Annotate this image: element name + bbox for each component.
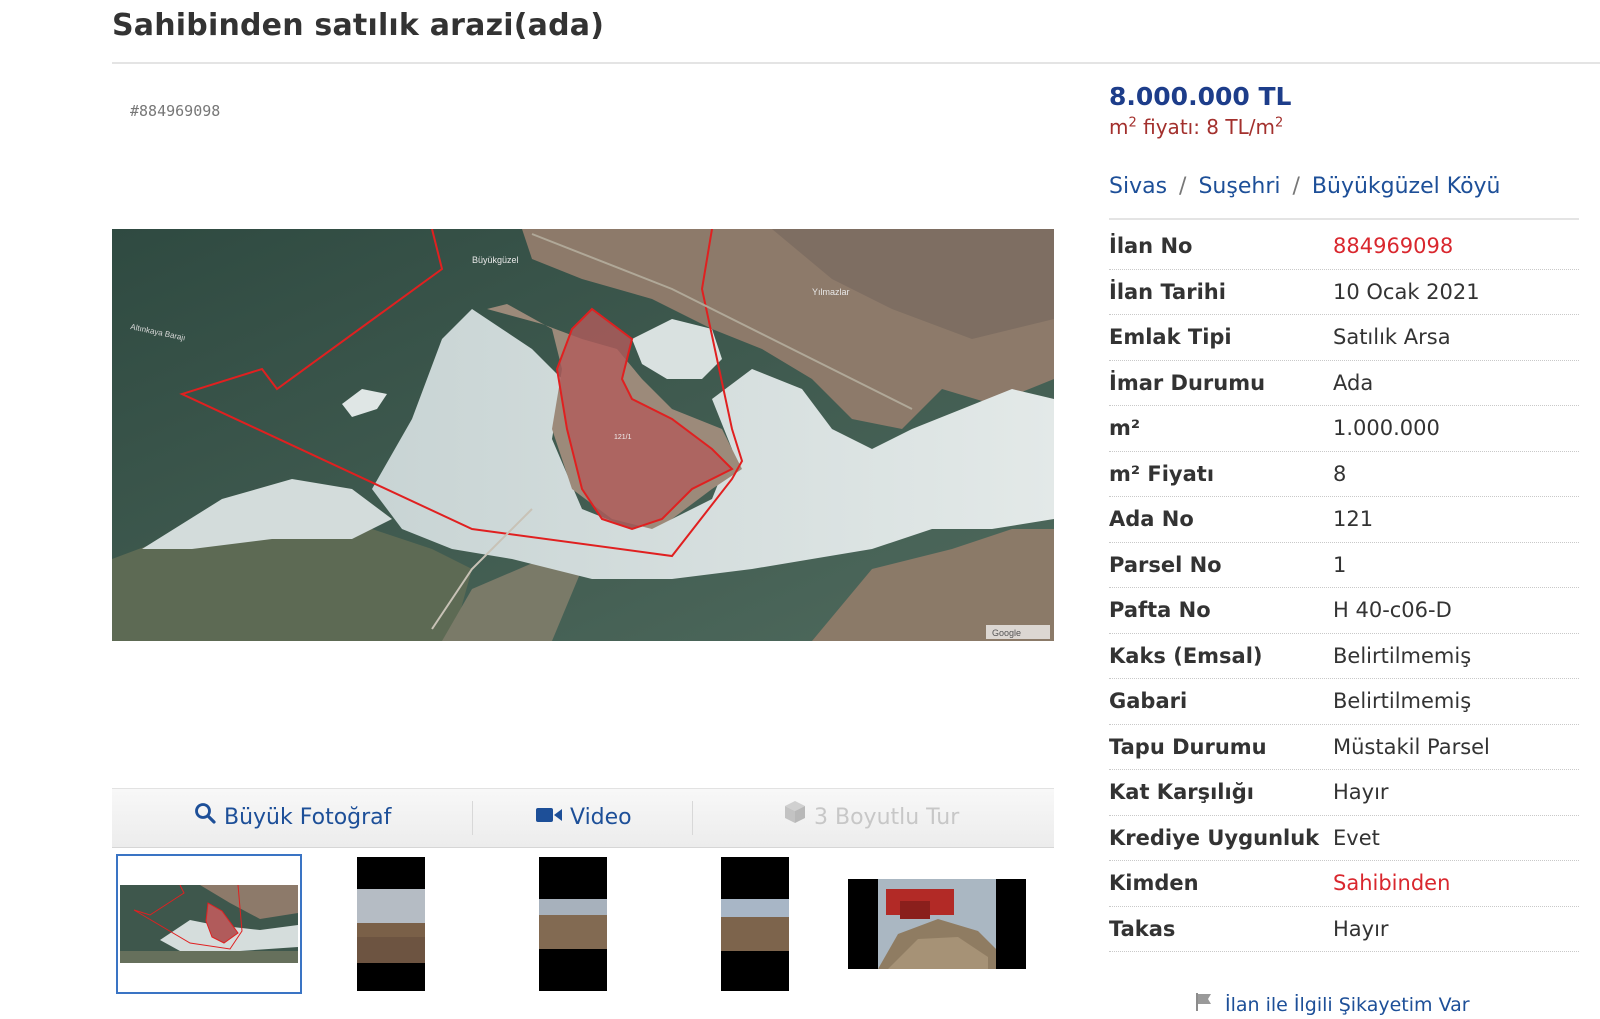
detail-row: m² Fiyatı 8: [1109, 452, 1579, 497]
tour-label: 3 Boyutlu Tur: [814, 805, 960, 830]
detail-row: Tapu Durumu Müstakil Parsel: [1109, 725, 1579, 770]
detail-value: Hayır: [1333, 780, 1389, 805]
detail-row: Kaks (Emsal) Belirtilmemiş: [1109, 634, 1579, 679]
detail-label: Emlak Tipi: [1109, 325, 1232, 350]
cube-icon: [784, 789, 806, 847]
detail-row: Parsel No 1: [1109, 543, 1579, 588]
detail-row: Kat Karşılığı Hayır: [1109, 770, 1579, 816]
detail-value: Ada: [1333, 370, 1374, 395]
detail-value: Belirtilmemiş: [1333, 643, 1472, 668]
detail-value: 8: [1333, 461, 1347, 486]
detail-value: Belirtilmemiş: [1333, 689, 1472, 714]
detail-row: İmar Durumu Ada: [1109, 361, 1579, 406]
detail-label: Kaks (Emsal): [1109, 643, 1263, 668]
detail-value: 1: [1333, 552, 1347, 577]
flag-icon: [1195, 992, 1213, 1017]
detail-value: 884969098: [1333, 234, 1454, 259]
detail-label: Takas: [1109, 916, 1176, 941]
detail-row: Emlak Tipi Satılık Arsa: [1109, 315, 1579, 361]
detail-row: Gabari Belirtilmemiş: [1109, 679, 1579, 725]
tab-divider: [472, 801, 473, 835]
complaint-link[interactable]: İlan ile İlgili Şikayetim Var: [1195, 992, 1470, 1017]
detail-label: m² Fiyatı: [1109, 461, 1215, 486]
3d-tour-tab[interactable]: 3 Boyutlu Tur: [784, 789, 959, 847]
detail-value: Müstakil Parsel: [1333, 734, 1490, 759]
detail-label: Krediye Uygunluk: [1109, 825, 1320, 850]
thumbnail-2[interactable]: [298, 854, 484, 994]
map-attribution: Google: [992, 628, 1021, 638]
m2-price: m2 fiyatı: 8 TL/m2: [1109, 115, 1284, 139]
big-photo-tab[interactable]: Büyük Fotoğraf: [194, 789, 391, 847]
breadcrumb-district[interactable]: Suşehri: [1198, 174, 1280, 199]
detail-value: Satılık Arsa: [1333, 325, 1451, 350]
thumbnail-4[interactable]: [662, 854, 848, 994]
detail-label: Kat Karşılığı: [1109, 780, 1254, 805]
detail-value: H 40-c06-D: [1333, 598, 1452, 623]
info-divider: [1109, 218, 1579, 220]
video-camera-icon: [536, 789, 562, 847]
detail-row: İlan Tarihi 10 Ocak 2021: [1109, 270, 1579, 315]
detail-label: Tapu Durumu: [1109, 734, 1267, 759]
main-photo[interactable]: Büyükgüzel Yılmazlar Altınkaya Barajı 12…: [112, 229, 1054, 641]
detail-value: Hayır: [1333, 916, 1389, 941]
title-divider: [112, 62, 1600, 64]
detail-row: Takas Hayır: [1109, 907, 1579, 952]
price: 8.000.000 TL: [1109, 82, 1292, 111]
detail-label: Gabari: [1109, 689, 1188, 714]
tab-divider: [692, 801, 693, 835]
listing-details: İlan No 884969098 İlan Tarihi 10 Ocak 2021…: [1109, 224, 1579, 952]
detail-row: Ada No 121: [1109, 497, 1579, 543]
detail-row: İlan No 884969098: [1109, 224, 1579, 270]
detail-value: 1.000.000: [1333, 416, 1440, 441]
detail-label: Pafta No: [1109, 598, 1211, 623]
video-label: Video: [570, 805, 632, 830]
breadcrumb-city[interactable]: Sivas: [1109, 174, 1167, 199]
detail-row: m² 1.000.000: [1109, 406, 1579, 452]
map-label-parcel: 121/1: [614, 434, 632, 441]
thumbnail-1[interactable]: [116, 854, 302, 994]
breadcrumb-neighborhood[interactable]: Büyükgüzel Köyü: [1312, 174, 1501, 199]
detail-value: Evet: [1333, 825, 1380, 850]
thumbnail-3[interactable]: [480, 854, 666, 994]
page-title: Sahibinden satılık arazi(ada): [112, 8, 605, 43]
detail-label: Ada No: [1109, 507, 1194, 532]
detail-value: Sahibinden: [1333, 871, 1451, 896]
breadcrumb-separator: /: [1292, 174, 1300, 199]
big-photo-label: Büyük Fotoğraf: [224, 805, 392, 830]
detail-label: İlan Tarihi: [1109, 279, 1226, 304]
listing-id: #884969098: [130, 102, 221, 120]
detail-value: 10 Ocak 2021: [1333, 279, 1480, 304]
detail-label: Kimden: [1109, 871, 1199, 896]
detail-label: İlan No: [1109, 234, 1193, 259]
search-icon: [194, 789, 216, 847]
detail-row: Krediye Uygunluk Evet: [1109, 816, 1579, 861]
complaint-label: İlan ile İlgili Şikayetim Var: [1225, 993, 1470, 1016]
video-tab[interactable]: Video: [536, 789, 632, 847]
location-breadcrumb: Sivas / Suşehri / Büyükgüzel Köyü: [1109, 174, 1501, 199]
map-label-village2: Yılmazlar: [812, 287, 850, 297]
media-tabs: Büyük Fotoğraf Video 3 Boyutlu Tur: [112, 788, 1054, 848]
map-label-village1: Büyükgüzel: [472, 255, 519, 265]
detail-label: Parsel No: [1109, 552, 1222, 577]
detail-label: İmar Durumu: [1109, 370, 1266, 395]
detail-row: Pafta No H 40-c06-D: [1109, 588, 1579, 634]
thumbnail-5[interactable]: [844, 854, 1030, 994]
breadcrumb-separator: /: [1179, 174, 1187, 199]
detail-row: Kimden Sahibinden: [1109, 861, 1579, 907]
detail-label: m²: [1109, 416, 1141, 441]
thumbnail-strip: [112, 848, 1054, 998]
detail-value: 121: [1333, 507, 1374, 532]
